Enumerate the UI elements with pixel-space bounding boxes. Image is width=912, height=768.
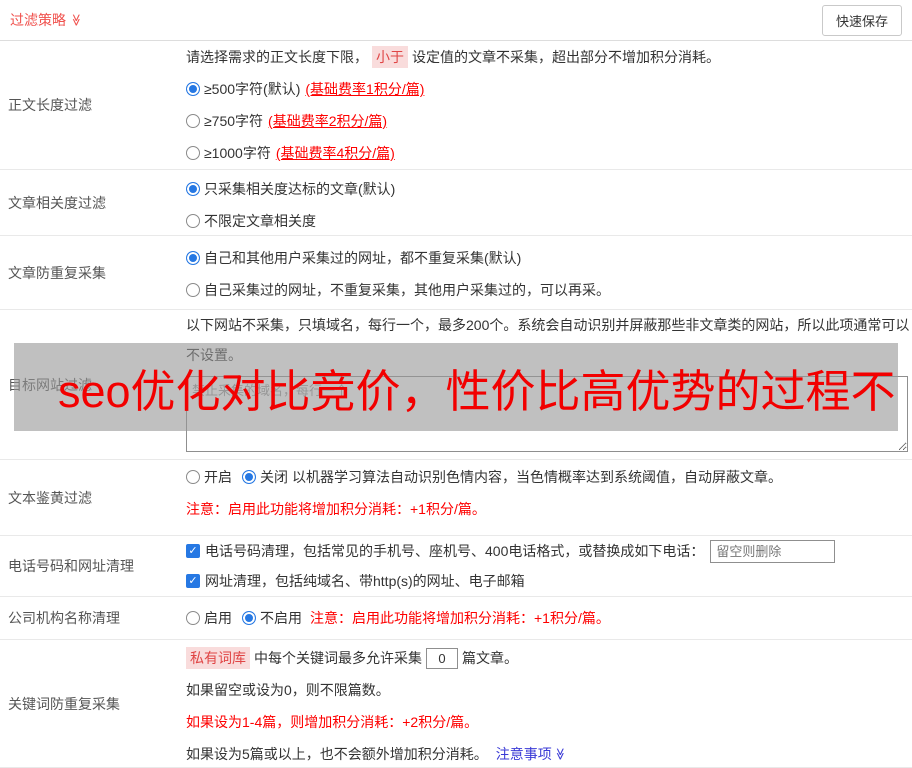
checkbox-option-url[interactable]: ✓ 网址清理，包括纯域名、带http(s)的网址、电子邮箱 xyxy=(186,566,902,596)
header-bar: 过滤策略 ≫ 快速保存 xyxy=(0,0,912,41)
radio-label: 只采集相关度达标的文章(默认) xyxy=(204,181,396,197)
keyword-note-2: 如果设为1-4篇，则增加积分消耗：+2积分/篇。 xyxy=(186,714,479,730)
radio-icon[interactable] xyxy=(186,82,200,96)
chevron-down-icon: ≫ xyxy=(69,13,84,27)
row-label: 文本鉴黄过滤 xyxy=(8,489,92,506)
checkbox-label: 电话号码清理，包括常见的手机号、座机号、400电话格式，或替换成如下电话： xyxy=(205,543,705,559)
porn-filter-desc: 以机器学习算法自动识别色情内容，当色情概率达到系统阈值，自动屏蔽文章。 xyxy=(292,469,782,485)
radio-option-1000[interactable]: ≥1000字符 (基础费率4积分/篇) xyxy=(186,137,902,169)
radio-icon[interactable] xyxy=(186,146,200,160)
radio-icon-disable[interactable] xyxy=(242,611,256,625)
page-title[interactable]: 过滤策略 ≫ xyxy=(10,10,83,30)
text-length-intro: 请选择需求的正文长度下限， 小于 设定值的文章不采集，超出部分不增加积分消耗。 xyxy=(186,41,902,73)
keyword-limit-text: 中每个关键词最多允许采集 xyxy=(254,650,422,666)
radio-icon-off[interactable] xyxy=(242,470,256,484)
radio-icon[interactable] xyxy=(186,251,200,265)
row-keyword-dedupe: 关键词防重复采集 私有词库 中每个关键词最多允许采集 篇文章。 如果留空或设为0… xyxy=(0,640,912,768)
fee-note[interactable]: (基础费率1积分/篇) xyxy=(305,79,424,99)
radio-icon[interactable] xyxy=(186,114,200,128)
checkbox-option-phone[interactable]: ✓ 电话号码清理，包括常见的手机号、座机号、400电话格式，或替换成如下电话： xyxy=(186,536,902,566)
checkbox-label: 网址清理，包括纯域名、带http(s)的网址、电子邮箱 xyxy=(205,573,525,589)
radio-label-enable[interactable]: 启用 xyxy=(204,608,232,628)
row-label: 文章相关度过滤 xyxy=(8,194,106,211)
row-label: 关键词防重复采集 xyxy=(8,695,120,712)
row-phone-url-clean: 电话号码和网址清理 ✓ 电话号码清理，包括常见的手机号、座机号、400电话格式，… xyxy=(0,536,912,597)
radio-label: ≥1000字符 xyxy=(204,145,271,161)
row-label: 电话号码和网址清理 xyxy=(8,558,134,574)
row-company-clean: 公司机构名称清理 启用 不启用 注意：启用此功能将增加积分消耗：+1积分/篇。 xyxy=(0,597,912,640)
radio-option-750[interactable]: ≥750字符 (基础费率2积分/篇) xyxy=(186,105,902,137)
max-articles-input[interactable] xyxy=(426,647,458,669)
row-text-length-filter: 正文长度过滤 请选择需求的正文长度下限， 小于 设定值的文章不采集，超出部分不增… xyxy=(0,41,912,170)
ad-overlay-banner: seo优化对比竞价，性价比高优势的过程不 xyxy=(14,343,898,431)
replacement-phone-input[interactable] xyxy=(710,539,836,563)
checkbox-checked-icon[interactable]: ✓ xyxy=(186,544,200,558)
row-article-dedupe: 文章防重复采集 自己和其他用户采集过的网址，都不重复采集(默认) 自己采集过的网… xyxy=(0,236,912,310)
keyword-note-3: 如果设为5篇或以上，也不会额外增加积分消耗。 xyxy=(186,746,488,762)
radio-label: 自己和其他用户采集过的网址，都不重复采集(默认) xyxy=(204,250,522,266)
row-label: 正文长度过滤 xyxy=(8,97,92,113)
quick-save-button[interactable]: 快速保存 xyxy=(821,4,902,36)
radio-icon[interactable] xyxy=(186,283,200,297)
private-lexicon-link[interactable]: 私有词库 xyxy=(186,647,250,669)
porn-filter-warning: 注意：启用此功能将增加积分消耗：+1积分/篇。 xyxy=(186,501,486,517)
checkbox-checked-icon[interactable]: ✓ xyxy=(186,574,200,588)
row-porn-filter: 文本鉴黄过滤 开启 关闭 以机器学习算法自动识别色情内容，当色情概率达到系统阈值… xyxy=(0,460,912,536)
row-label: 文章防重复采集 xyxy=(8,264,106,281)
fee-note[interactable]: (基础费率4积分/篇) xyxy=(276,143,395,163)
radio-label-off[interactable]: 关闭 xyxy=(260,467,288,487)
keyword-limit-text-end: 篇文章。 xyxy=(462,650,518,666)
keyword-note-1: 如果留空或设为0，则不限篇数。 xyxy=(186,682,390,698)
notes-link-text: 注意事项 xyxy=(495,746,552,762)
radio-label: ≥750字符 xyxy=(204,113,264,129)
radio-label-on[interactable]: 开启 xyxy=(204,467,232,487)
radio-label: 自己采集过的网址，不重复采集，其他用户采集过的，可以再采。 xyxy=(204,282,610,298)
fee-note[interactable]: (基础费率2积分/篇) xyxy=(268,111,387,131)
row-label: 公司机构名称清理 xyxy=(8,610,120,626)
radio-label-disable[interactable]: 不启用 xyxy=(260,608,302,628)
radio-icon[interactable] xyxy=(186,182,200,196)
radio-option-no-limit[interactable]: 不限定文章相关度 xyxy=(186,205,902,237)
page-title-text: 过滤策略 xyxy=(10,12,66,28)
radio-label: ≥500字符(默认) xyxy=(204,81,301,97)
intro-text: 请选择需求的正文长度下限， xyxy=(186,49,368,65)
row-relevance-filter: 文章相关度过滤 只采集相关度达标的文章(默认) 不限定文章相关度 xyxy=(0,170,912,236)
notes-link[interactable]: 注意事项 ≫ xyxy=(496,744,567,764)
less-than-badge: 小于 xyxy=(372,46,408,68)
radio-icon-enable[interactable] xyxy=(186,611,200,625)
radio-option-dedupe-own[interactable]: 自己采集过的网址，不重复采集，其他用户采集过的，可以再采。 xyxy=(186,274,902,306)
radio-option-500[interactable]: ≥500字符(默认) (基础费率1积分/篇) xyxy=(186,73,902,105)
chevron-down-icon: ≫ xyxy=(553,747,568,761)
radio-label: 不限定文章相关度 xyxy=(204,213,316,229)
ad-overlay-text: seo优化对比竞价，性价比高优势的过程不 xyxy=(58,365,896,417)
radio-option-relevant-only[interactable]: 只采集相关度达标的文章(默认) xyxy=(186,173,902,205)
intro-text: 设定值的文章不采集，超出部分不增加积分消耗。 xyxy=(412,49,720,65)
radio-icon[interactable] xyxy=(186,214,200,228)
radio-option-dedupe-all[interactable]: 自己和其他用户采集过的网址，都不重复采集(默认) xyxy=(186,242,902,274)
radio-icon-on[interactable] xyxy=(186,470,200,484)
company-clean-warning: 注意：启用此功能将增加积分消耗：+1积分/篇。 xyxy=(310,610,610,626)
